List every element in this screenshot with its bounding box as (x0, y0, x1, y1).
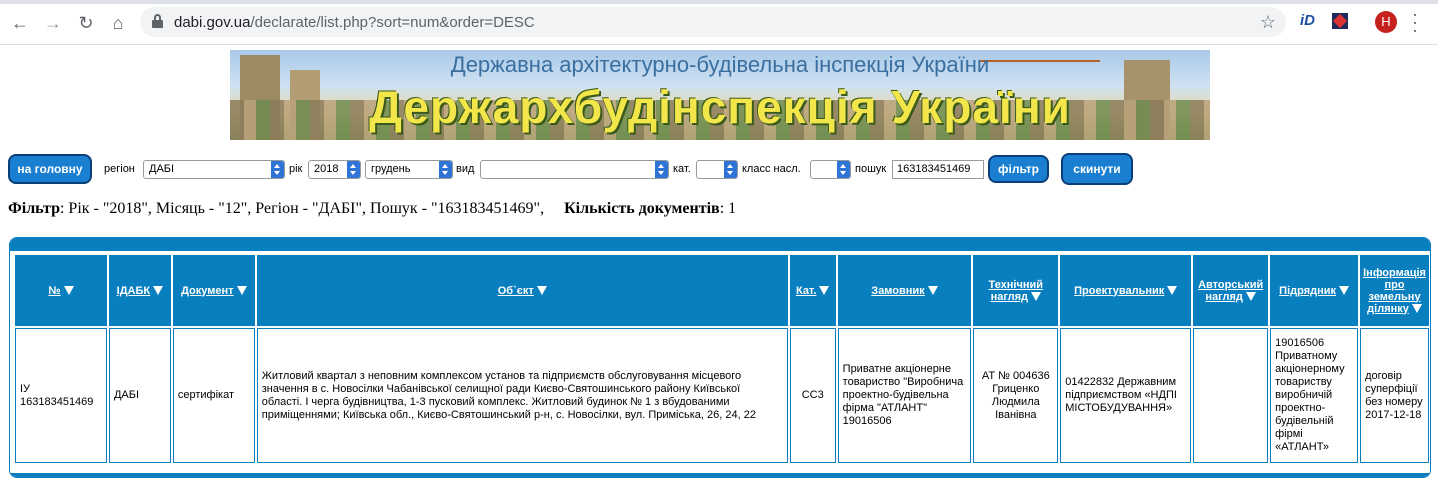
column-header-object[interactable]: Об`єкт (256, 255, 788, 326)
select-arrow-icon (271, 161, 284, 178)
select-arrow-icon (655, 161, 668, 178)
sort-link-contractor[interactable]: Підрядник (1279, 285, 1336, 297)
select-arrow-icon (347, 161, 360, 178)
sort-link-num[interactable]: № (48, 285, 60, 297)
cell-tech-supervision: АТ № 004636 Гриценко Людмила Іванівна (973, 328, 1059, 463)
bookmark-star-icon[interactable]: ☆ (1260, 12, 1276, 33)
sort-triangle-icon[interactable] (1245, 292, 1256, 302)
filter-summary-text: : Рік - "2018", Місяць - "12", Регіон - … (59, 200, 545, 217)
document-count-label: Кількість документів (564, 200, 720, 217)
column-header-document[interactable]: Документ (172, 255, 255, 326)
home-button[interactable]: на головну (8, 154, 92, 184)
sort-link-document[interactable]: Документ (181, 285, 233, 297)
column-header-author-supervision[interactable]: Авторський нагляд (1193, 255, 1269, 326)
cell-author-supervision (1193, 328, 1269, 463)
table-row: ІУ 163183451469 ДАБІ сертифікат Житловий… (15, 328, 1429, 463)
table-header-row: № ІДАБК Документ Об`єкт Кат. Замовник Те… (15, 255, 1429, 326)
filter-summary: Фільтр: Рік - "2018", Місяць - "12", Рег… (8, 200, 736, 218)
column-header-contractor[interactable]: Підрядник (1270, 255, 1359, 326)
select-arrow-icon (724, 161, 737, 178)
address-bar[interactable]: dabi.gov.ua/declarate/list.php?sort=num&… (140, 7, 1286, 37)
column-header-tech-supervision[interactable]: Технічний нагляд (973, 255, 1059, 326)
category-label: кат. (673, 163, 691, 175)
extension-id-icon[interactable]: iD (1300, 12, 1315, 29)
cell-num: ІУ 163183451469 (15, 328, 107, 463)
sort-triangle-icon[interactable] (927, 286, 938, 296)
banner-title: Держархбудінспекція України (369, 81, 1071, 133)
type-label: вид (456, 163, 475, 175)
region-value: ДАБІ (149, 163, 175, 175)
back-icon[interactable]: ← (9, 12, 31, 34)
cell-idabk: ДАБІ (108, 328, 171, 463)
extension-icon[interactable] (1332, 13, 1348, 29)
column-header-customer[interactable]: Замовник (837, 255, 972, 326)
menu-dots-icon[interactable]: · · · (1410, 5, 1420, 39)
table-bottom-bar (10, 473, 1430, 477)
tab-strip (0, 0, 1438, 4)
table-top-bar (10, 238, 1430, 251)
url-text[interactable]: dabi.gov.ua/declarate/list.php?sort=num&… (174, 14, 535, 31)
region-select[interactable]: ДАБІ (143, 160, 285, 179)
sort-link-designer[interactable]: Проектувальник (1074, 285, 1164, 297)
column-header-designer[interactable]: Проектувальник (1060, 255, 1192, 326)
sort-link-category[interactable]: Кат. (796, 285, 816, 297)
sort-link-customer[interactable]: Замовник (871, 285, 924, 297)
sort-triangle-icon[interactable] (536, 286, 547, 296)
profile-avatar[interactable]: Н (1375, 11, 1397, 33)
sort-triangle-icon[interactable] (819, 286, 830, 296)
column-header-idabk[interactable]: ІДАБК (108, 255, 171, 326)
site-banner: Державна архітектурно-будівельна інспекц… (230, 50, 1210, 140)
sort-triangle-icon[interactable] (1031, 292, 1042, 302)
search-label: пошук (855, 163, 887, 175)
reset-button[interactable]: скинути (1061, 153, 1133, 185)
column-header-num[interactable]: № (15, 255, 107, 326)
filter-button[interactable]: фільтр (988, 155, 1049, 183)
sort-triangle-icon[interactable] (63, 286, 74, 296)
sort-triangle-icon[interactable] (153, 286, 164, 296)
documents-table: № ІДАБК Документ Об`єкт Кат. Замовник Те… (13, 253, 1430, 465)
cell-designer: 01422832 Державним підприємством «НДПІ М… (1060, 328, 1192, 463)
select-arrow-icon (439, 161, 452, 178)
reload-icon[interactable]: ↻ (75, 12, 97, 34)
home-icon[interactable]: ⌂ (107, 12, 129, 34)
month-select[interactable]: грудень (365, 160, 453, 179)
sort-triangle-icon[interactable] (1339, 286, 1350, 296)
column-header-land-info[interactable]: Інформація про земельну ділянку (1360, 255, 1429, 326)
region-label: регіон (104, 163, 135, 175)
category-select[interactable] (696, 160, 738, 179)
document-count: : 1 (719, 200, 737, 217)
forward-icon[interactable]: → (42, 12, 64, 34)
documents-table-frame: № ІДАБК Документ Об`єкт Кат. Замовник Те… (9, 237, 1431, 478)
search-input[interactable]: 163183451469 (892, 160, 984, 179)
cell-land-info: договір суперфіції без номеру 2017-12-18 (1360, 328, 1429, 463)
year-value: 2018 (314, 163, 339, 175)
cell-customer: Приватне акціонерне товариство "Виробнич… (837, 328, 972, 463)
class-label: класс насл. (742, 163, 801, 175)
filter-summary-label: Фільтр (8, 200, 60, 217)
banner-subtitle: Державна архітектурно-будівельна інспекц… (450, 52, 990, 77)
cell-contractor: 19016506 Приватному акціонерному товарис… (1270, 328, 1359, 463)
class-select[interactable] (810, 160, 851, 179)
browser-toolbar: ← → ↻ ⌂ dabi.gov.ua/declarate/list.php?s… (0, 0, 1438, 45)
year-select[interactable]: 2018 (308, 160, 361, 179)
lock-icon[interactable] (152, 14, 163, 28)
year-label: рік (289, 163, 303, 175)
cell-object: Житловий квартал з неповним комплексом у… (256, 328, 788, 463)
sort-triangle-icon[interactable] (1411, 304, 1422, 314)
month-value: грудень (371, 163, 411, 175)
cell-document: сертифікат (172, 328, 255, 463)
sort-triangle-icon[interactable] (236, 286, 247, 296)
select-arrow-icon (837, 161, 850, 178)
cell-category: СС3 (789, 328, 836, 463)
column-header-category[interactable]: Кат. (789, 255, 836, 326)
sort-link-object[interactable]: Об`єкт (498, 285, 534, 297)
sort-triangle-icon[interactable] (1167, 286, 1178, 296)
sort-link-idabk[interactable]: ІДАБК (117, 285, 150, 297)
type-select[interactable] (480, 160, 669, 179)
